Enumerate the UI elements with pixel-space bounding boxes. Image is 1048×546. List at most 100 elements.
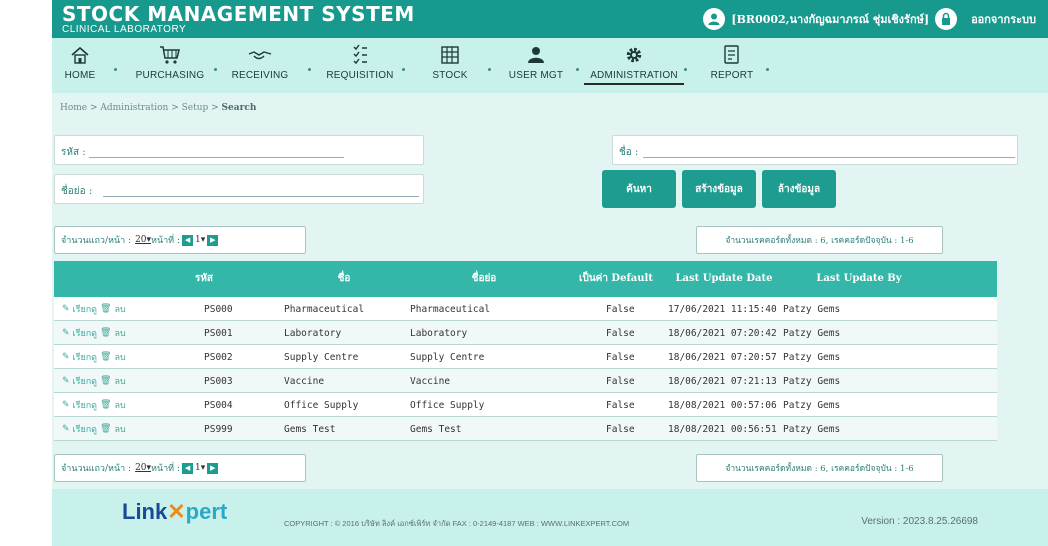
view-link[interactable]: เรียกดู xyxy=(73,302,97,316)
view-link[interactable]: เรียกดู xyxy=(73,350,97,364)
edit-pencil-icon[interactable]: ✎ xyxy=(62,352,70,362)
delete-link[interactable]: ลบ xyxy=(114,398,125,412)
cell-default: False xyxy=(606,327,635,339)
row-actions: ✎ เรียกดู 🗑 ลบ xyxy=(62,393,129,417)
home-icon xyxy=(40,44,120,66)
breadcrumb-current: Search xyxy=(221,103,257,113)
cell-code: PS000 xyxy=(204,303,233,315)
table-row: ✎ เรียกดู 🗑 ลบ PS999 Gems Test Gems Test False 1… xyxy=(54,417,997,441)
edit-pencil-icon[interactable]: ✎ xyxy=(62,424,70,434)
code-field[interactable]: รหัส : xyxy=(54,135,424,165)
cell-name: Vaccine xyxy=(284,375,325,387)
page-select[interactable]: 1▾ xyxy=(195,463,205,473)
nav-stock[interactable]: STOCK xyxy=(410,44,490,81)
cell-short: Laboratory xyxy=(410,327,468,339)
user-name[interactable]: [BR0002,นางกัญฉมาภรณ์ ชุ่มเชิงรักษ์] xyxy=(731,10,929,28)
nav-label: USER MGT xyxy=(508,70,564,81)
cell-last-update-by: Patzy Gems xyxy=(783,399,841,411)
trash-icon[interactable]: 🗑 xyxy=(100,376,111,386)
table-row: ✎ เรียกดู 🗑 ลบ PS002 Supply Centre Supply Cent… xyxy=(54,345,997,369)
col-last-update-date: Last Update Date xyxy=(675,273,773,284)
trash-icon[interactable]: 🗑 xyxy=(100,352,111,362)
nav-requisition[interactable]: REQUISITION xyxy=(320,44,400,81)
pager-bottom: จำนวนแถว/หน้า : 20▾ หน้าที่ : ◀ 1▾ ▶ xyxy=(54,454,306,482)
edit-pencil-icon[interactable]: ✎ xyxy=(62,376,70,386)
delete-link[interactable]: ลบ xyxy=(114,422,125,436)
app-title: STOCK MANAGEMENT SYSTEM xyxy=(62,2,415,26)
prev-page-icon[interactable]: ◀ xyxy=(182,462,194,474)
cell-last-update-by: Patzy Gems xyxy=(783,351,841,363)
copyright-text: COPYRIGHT : © 2016 บริษัท ลิงค์ เอกซ์เพิ… xyxy=(284,519,630,528)
rows-per-page-select[interactable]: 20▾ xyxy=(135,463,151,473)
edit-pencil-icon[interactable]: ✎ xyxy=(62,400,70,410)
delete-link[interactable]: ลบ xyxy=(114,302,125,316)
cell-name: Pharmaceutical xyxy=(284,303,365,315)
cell-code: PS001 xyxy=(204,327,233,339)
user-icon xyxy=(496,44,576,66)
rows-per-page-select[interactable]: 20▾ xyxy=(135,235,151,245)
main-nav: HOME PURCHASING RECEIVING REQUISITION ST… xyxy=(52,38,1048,93)
view-link[interactable]: เรียกดู xyxy=(73,422,97,436)
prev-page-icon[interactable]: ◀ xyxy=(182,234,194,246)
edit-pencil-icon[interactable]: ✎ xyxy=(62,304,70,314)
trash-icon[interactable]: 🗑 xyxy=(100,424,111,434)
record-info-top: จำนวนเรคคอร์ดทั้งหมด : 6, เรคคอร์ดปัจจุบ… xyxy=(696,226,943,254)
rows-per-page-label: จำนวนแถว/หน้า : xyxy=(61,464,132,474)
nav-purchasing[interactable]: PURCHASING xyxy=(130,44,210,81)
nav-home[interactable]: HOME xyxy=(40,44,120,81)
logout-link[interactable]: ออกจากระบบ xyxy=(971,10,1036,28)
view-link[interactable]: เรียกดู xyxy=(73,374,97,388)
short-name-field[interactable]: ชื่อย่อ : xyxy=(54,174,424,204)
edit-pencil-icon[interactable]: ✎ xyxy=(62,328,70,338)
gear-icon xyxy=(584,44,684,66)
cell-default: False xyxy=(606,303,635,315)
delete-link[interactable]: ลบ xyxy=(114,326,125,340)
nav-report[interactable]: REPORT xyxy=(692,44,772,81)
footer: Link✕pert COPYRIGHT : © 2016 บริษัท ลิงค… xyxy=(52,489,1048,546)
app-header: STOCK MANAGEMENT SYSTEM CLINICAL LABORAT… xyxy=(52,0,1048,38)
user-area: [BR0002,นางกัญฉมาภรณ์ ชุ่มเชิงรักษ์] ออก… xyxy=(703,8,1036,30)
page-select[interactable]: 1▾ xyxy=(195,235,205,245)
nav-label: REPORT xyxy=(710,70,754,81)
nav-administration[interactable]: ADMINISTRATION xyxy=(584,44,684,85)
view-link[interactable]: เรียกดู xyxy=(73,326,97,340)
col-code: รหัส xyxy=(194,273,214,284)
delete-link[interactable]: ลบ xyxy=(114,350,125,364)
app-subtitle: CLINICAL LABORATORY xyxy=(62,24,187,35)
view-link[interactable]: เรียกดู xyxy=(73,398,97,412)
cell-code: PS999 xyxy=(204,423,233,435)
trash-icon[interactable]: 🗑 xyxy=(100,400,111,410)
delete-link[interactable]: ลบ xyxy=(114,374,125,388)
name-field[interactable]: ชื่อ : xyxy=(612,135,1018,165)
pager-top: จำนวนแถว/หน้า : 20▾ หน้าที่ : ◀ 1▾ ▶ xyxy=(54,226,306,254)
next-page-icon[interactable]: ▶ xyxy=(207,234,219,246)
clear-button[interactable]: ล้างข้อมูล xyxy=(762,170,836,208)
lock-icon[interactable] xyxy=(935,8,958,30)
create-button[interactable]: สร้างข้อมูล xyxy=(682,170,756,208)
cell-last-update-date: 18/06/2021 07:20:57 xyxy=(668,351,777,363)
row-actions: ✎ เรียกดู 🗑 ลบ xyxy=(62,345,129,369)
search-button[interactable]: ค้นหา xyxy=(602,170,676,208)
trash-icon[interactable]: 🗑 xyxy=(100,328,111,338)
cell-last-update-by: Patzy Gems xyxy=(783,375,841,387)
next-page-icon[interactable]: ▶ xyxy=(207,462,219,474)
cell-default: False xyxy=(606,399,635,411)
row-actions: ✎ เรียกดู 🗑 ลบ xyxy=(62,417,129,441)
table-header: รหัส ชื่อ ชื่อย่อ เป็นค่า Default Last U… xyxy=(54,261,997,297)
cell-short: Vaccine xyxy=(410,375,451,387)
cell-short: Supply Centre xyxy=(410,351,485,363)
row-actions: ✎ เรียกดู 🗑 ลบ xyxy=(62,297,129,321)
col-actions xyxy=(54,261,164,297)
cell-code: PS002 xyxy=(204,351,233,363)
report-icon xyxy=(692,44,772,66)
nav-user-mgt[interactable]: USER MGT xyxy=(496,44,576,81)
cell-last-update-date: 18/06/2021 07:21:13 xyxy=(668,375,777,387)
cart-icon xyxy=(130,44,210,66)
code-label: รหัส : xyxy=(61,147,86,158)
nav-receiving[interactable]: RECEIVING xyxy=(220,44,300,81)
trash-icon[interactable]: 🗑 xyxy=(100,304,111,314)
nav-label: PURCHASING xyxy=(135,70,205,81)
col-short: ชื่อย่อ xyxy=(471,273,497,284)
breadcrumb-path[interactable]: Home > Administration > Setup > xyxy=(60,103,222,113)
user-avatar-icon[interactable] xyxy=(703,8,726,30)
